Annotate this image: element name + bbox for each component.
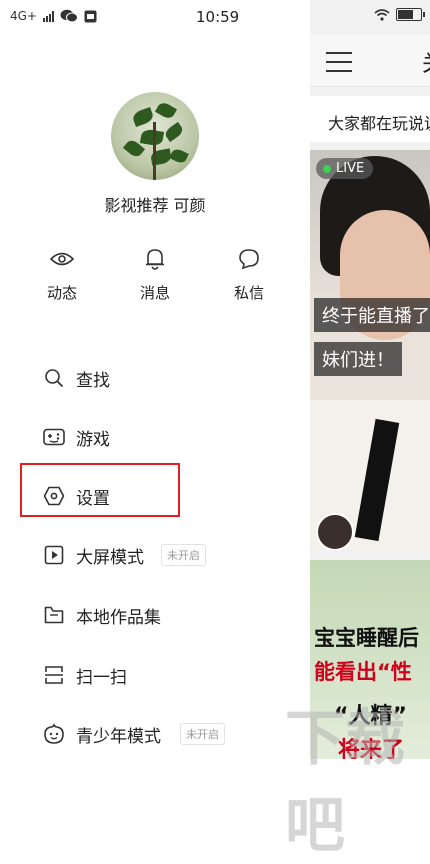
- menu-item-label: 大屏模式: [76, 547, 144, 568]
- wechat-icon: [60, 9, 78, 23]
- live-dot-icon: [323, 164, 331, 173]
- bell-icon: [146, 249, 164, 270]
- menu-item-label: 查找: [76, 370, 110, 391]
- network-type: 4G+: [10, 9, 37, 23]
- card2-title-line1: 宝宝睡醒后: [314, 626, 419, 650]
- quick-action-private-messages[interactable]: 私信: [209, 246, 289, 303]
- clock: 10:59: [196, 8, 240, 26]
- live-badge: LIVE: [316, 158, 374, 179]
- status-badge: 未开启: [161, 544, 206, 566]
- quick-action-label: 消息: [139, 284, 170, 302]
- feed-header-title[interactable]: 关: [422, 46, 430, 78]
- search-icon: [45, 369, 64, 388]
- menu-item-youth-mode[interactable]: 青少年模式 未开启: [0, 709, 310, 759]
- menu-item-big-screen-mode[interactable]: 大屏模式 未开启: [0, 530, 310, 580]
- quick-action-label: 动态: [46, 284, 77, 302]
- signal-icon: [43, 10, 54, 22]
- live-video-card[interactable]: LIVE 终于能直播了 妹们进！: [310, 150, 430, 550]
- streamer-avatar[interactable]: [316, 513, 354, 550]
- side-drawer: 4G+ 10:59 影视推荐 可颜 动态 消息 私信 查找 游戏 设置 大屏模式…: [0, 0, 310, 759]
- menu-item-games[interactable]: 游戏: [0, 412, 310, 462]
- gamepad-icon: [43, 428, 65, 446]
- menu-item-search[interactable]: 查找: [0, 353, 310, 403]
- eye-icon: [50, 252, 74, 266]
- quick-action-feed[interactable]: 动态: [22, 246, 102, 303]
- background-feed: 关 大家都在玩说说 LIVE 终于能直播了 妹们进！ 宝宝睡醒后 能看出“性 “…: [310, 0, 430, 759]
- folder-icon: [44, 606, 64, 624]
- menu-item-label: 游戏: [76, 429, 110, 450]
- video-caption-line1: 终于能直播了: [314, 298, 430, 332]
- live-label: LIVE: [336, 161, 365, 176]
- profile-avatar[interactable]: [111, 92, 199, 180]
- chat-bubble-icon: [239, 249, 259, 270]
- status-bar: 4G+ 10:59: [0, 0, 310, 34]
- status-left: 4G+: [10, 9, 97, 23]
- status-badge: 未开启: [180, 723, 225, 745]
- scan-icon: [45, 666, 63, 684]
- menu-item-label: 青少年模式: [76, 726, 161, 747]
- play-square-icon: [44, 545, 64, 565]
- profile-name[interactable]: 影视推荐 可颜: [0, 192, 310, 216]
- feed-header: 关: [310, 34, 430, 87]
- watermark: 下载吧: [285, 704, 405, 861]
- video-caption-line2: 妹们进！: [314, 342, 402, 376]
- quick-action-messages[interactable]: 消息: [115, 246, 195, 303]
- trending-text: 大家都在玩说说: [328, 114, 430, 133]
- quick-action-label: 私信: [233, 284, 264, 302]
- wifi-icon: [374, 8, 390, 21]
- status-icons-right: [374, 8, 425, 21]
- menu-item-local-works[interactable]: 本地作品集: [0, 590, 310, 640]
- child-face-icon: [44, 723, 64, 744]
- menu-item-label: 本地作品集: [76, 607, 161, 628]
- battery-icon: [396, 8, 425, 21]
- trending-banner[interactable]: 大家都在玩说说: [310, 96, 430, 142]
- gallery-icon: [84, 10, 97, 22]
- hamburger-menu-icon[interactable]: [326, 52, 352, 79]
- menu-item-label: 扫一扫: [76, 667, 127, 688]
- settings-highlight-box: [20, 463, 180, 517]
- card2-title-line2: 能看出“性: [314, 660, 412, 684]
- menu-item-scan[interactable]: 扫一扫: [0, 650, 310, 700]
